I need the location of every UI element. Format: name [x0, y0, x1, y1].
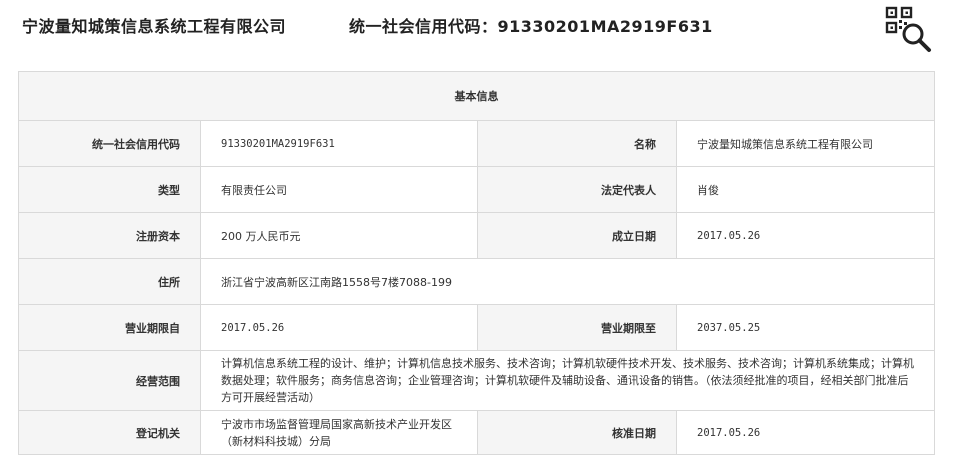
- value-registered-capital: 200 万人民币元: [200, 212, 478, 259]
- company-title: 宁波量知城策信息系统工程有限公司: [22, 17, 287, 36]
- label-registered-capital: 注册资本: [18, 212, 201, 259]
- value-business-scope: 计算机信息系统工程的设计、维护；计算机信息技术服务、技术咨询；计算机软硬件技术开…: [200, 350, 935, 411]
- label-approval-date: 核准日期: [477, 410, 677, 455]
- qr-search-icon[interactable]: [884, 5, 934, 53]
- value-legal-rep: 肖俊: [676, 166, 935, 213]
- table-row: 经营范围 计算机信息系统工程的设计、维护；计算机信息技术服务、技术咨询；计算机软…: [18, 350, 935, 411]
- value-term-from: 2017.05.26: [200, 304, 478, 351]
- table-row: 统一社会信用代码 91330201MA2919F631 名称 宁波量知城策信息系…: [18, 120, 935, 167]
- value-address: 浙江省宁波高新区江南路1558号7楼7088-199: [200, 258, 935, 305]
- label-registration-authority: 登记机关: [18, 410, 201, 455]
- basic-info-table: 基本信息 统一社会信用代码 91330201MA2919F631 名称 宁波量知…: [18, 71, 935, 455]
- table-row: 注册资本 200 万人民币元 成立日期 2017.05.26: [18, 212, 935, 259]
- label-term-to: 营业期限至: [477, 304, 677, 351]
- value-registration-authority: 宁波市市场监督管理局国家高新技术产业开发区（新材料科技城）分局: [200, 410, 478, 455]
- value-established-date: 2017.05.26: [676, 212, 935, 259]
- value-type: 有限责任公司: [200, 166, 478, 213]
- label-name: 名称: [477, 120, 677, 167]
- credit-code-heading: 统一社会信用代码：91330201MA2919F631: [349, 17, 713, 36]
- value-term-to: 2037.05.25: [676, 304, 935, 351]
- label-credit-code: 统一社会信用代码: [18, 120, 201, 167]
- label-business-scope: 经营范围: [18, 350, 201, 411]
- table-row: 住所 浙江省宁波高新区江南路1558号7楼7088-199: [18, 258, 935, 305]
- section-title: 基本信息: [18, 71, 935, 121]
- value-name: 宁波量知城策信息系统工程有限公司: [676, 120, 935, 167]
- value-credit-code: 91330201MA2919F631: [200, 120, 478, 167]
- value-approval-date: 2017.05.26: [676, 410, 935, 455]
- label-address: 住所: [18, 258, 201, 305]
- page-header: 宁波量知城策信息系统工程有限公司 统一社会信用代码：91330201MA2919…: [0, 0, 960, 54]
- table-row: 登记机关 宁波市市场监督管理局国家高新技术产业开发区（新材料科技城）分局 核准日…: [18, 410, 935, 455]
- label-established-date: 成立日期: [477, 212, 677, 259]
- label-legal-rep: 法定代表人: [477, 166, 677, 213]
- label-type: 类型: [18, 166, 201, 213]
- label-term-from: 营业期限自: [18, 304, 201, 351]
- table-row: 类型 有限责任公司 法定代表人 肖俊: [18, 166, 935, 213]
- table-row: 营业期限自 2017.05.26 营业期限至 2037.05.25: [18, 304, 935, 351]
